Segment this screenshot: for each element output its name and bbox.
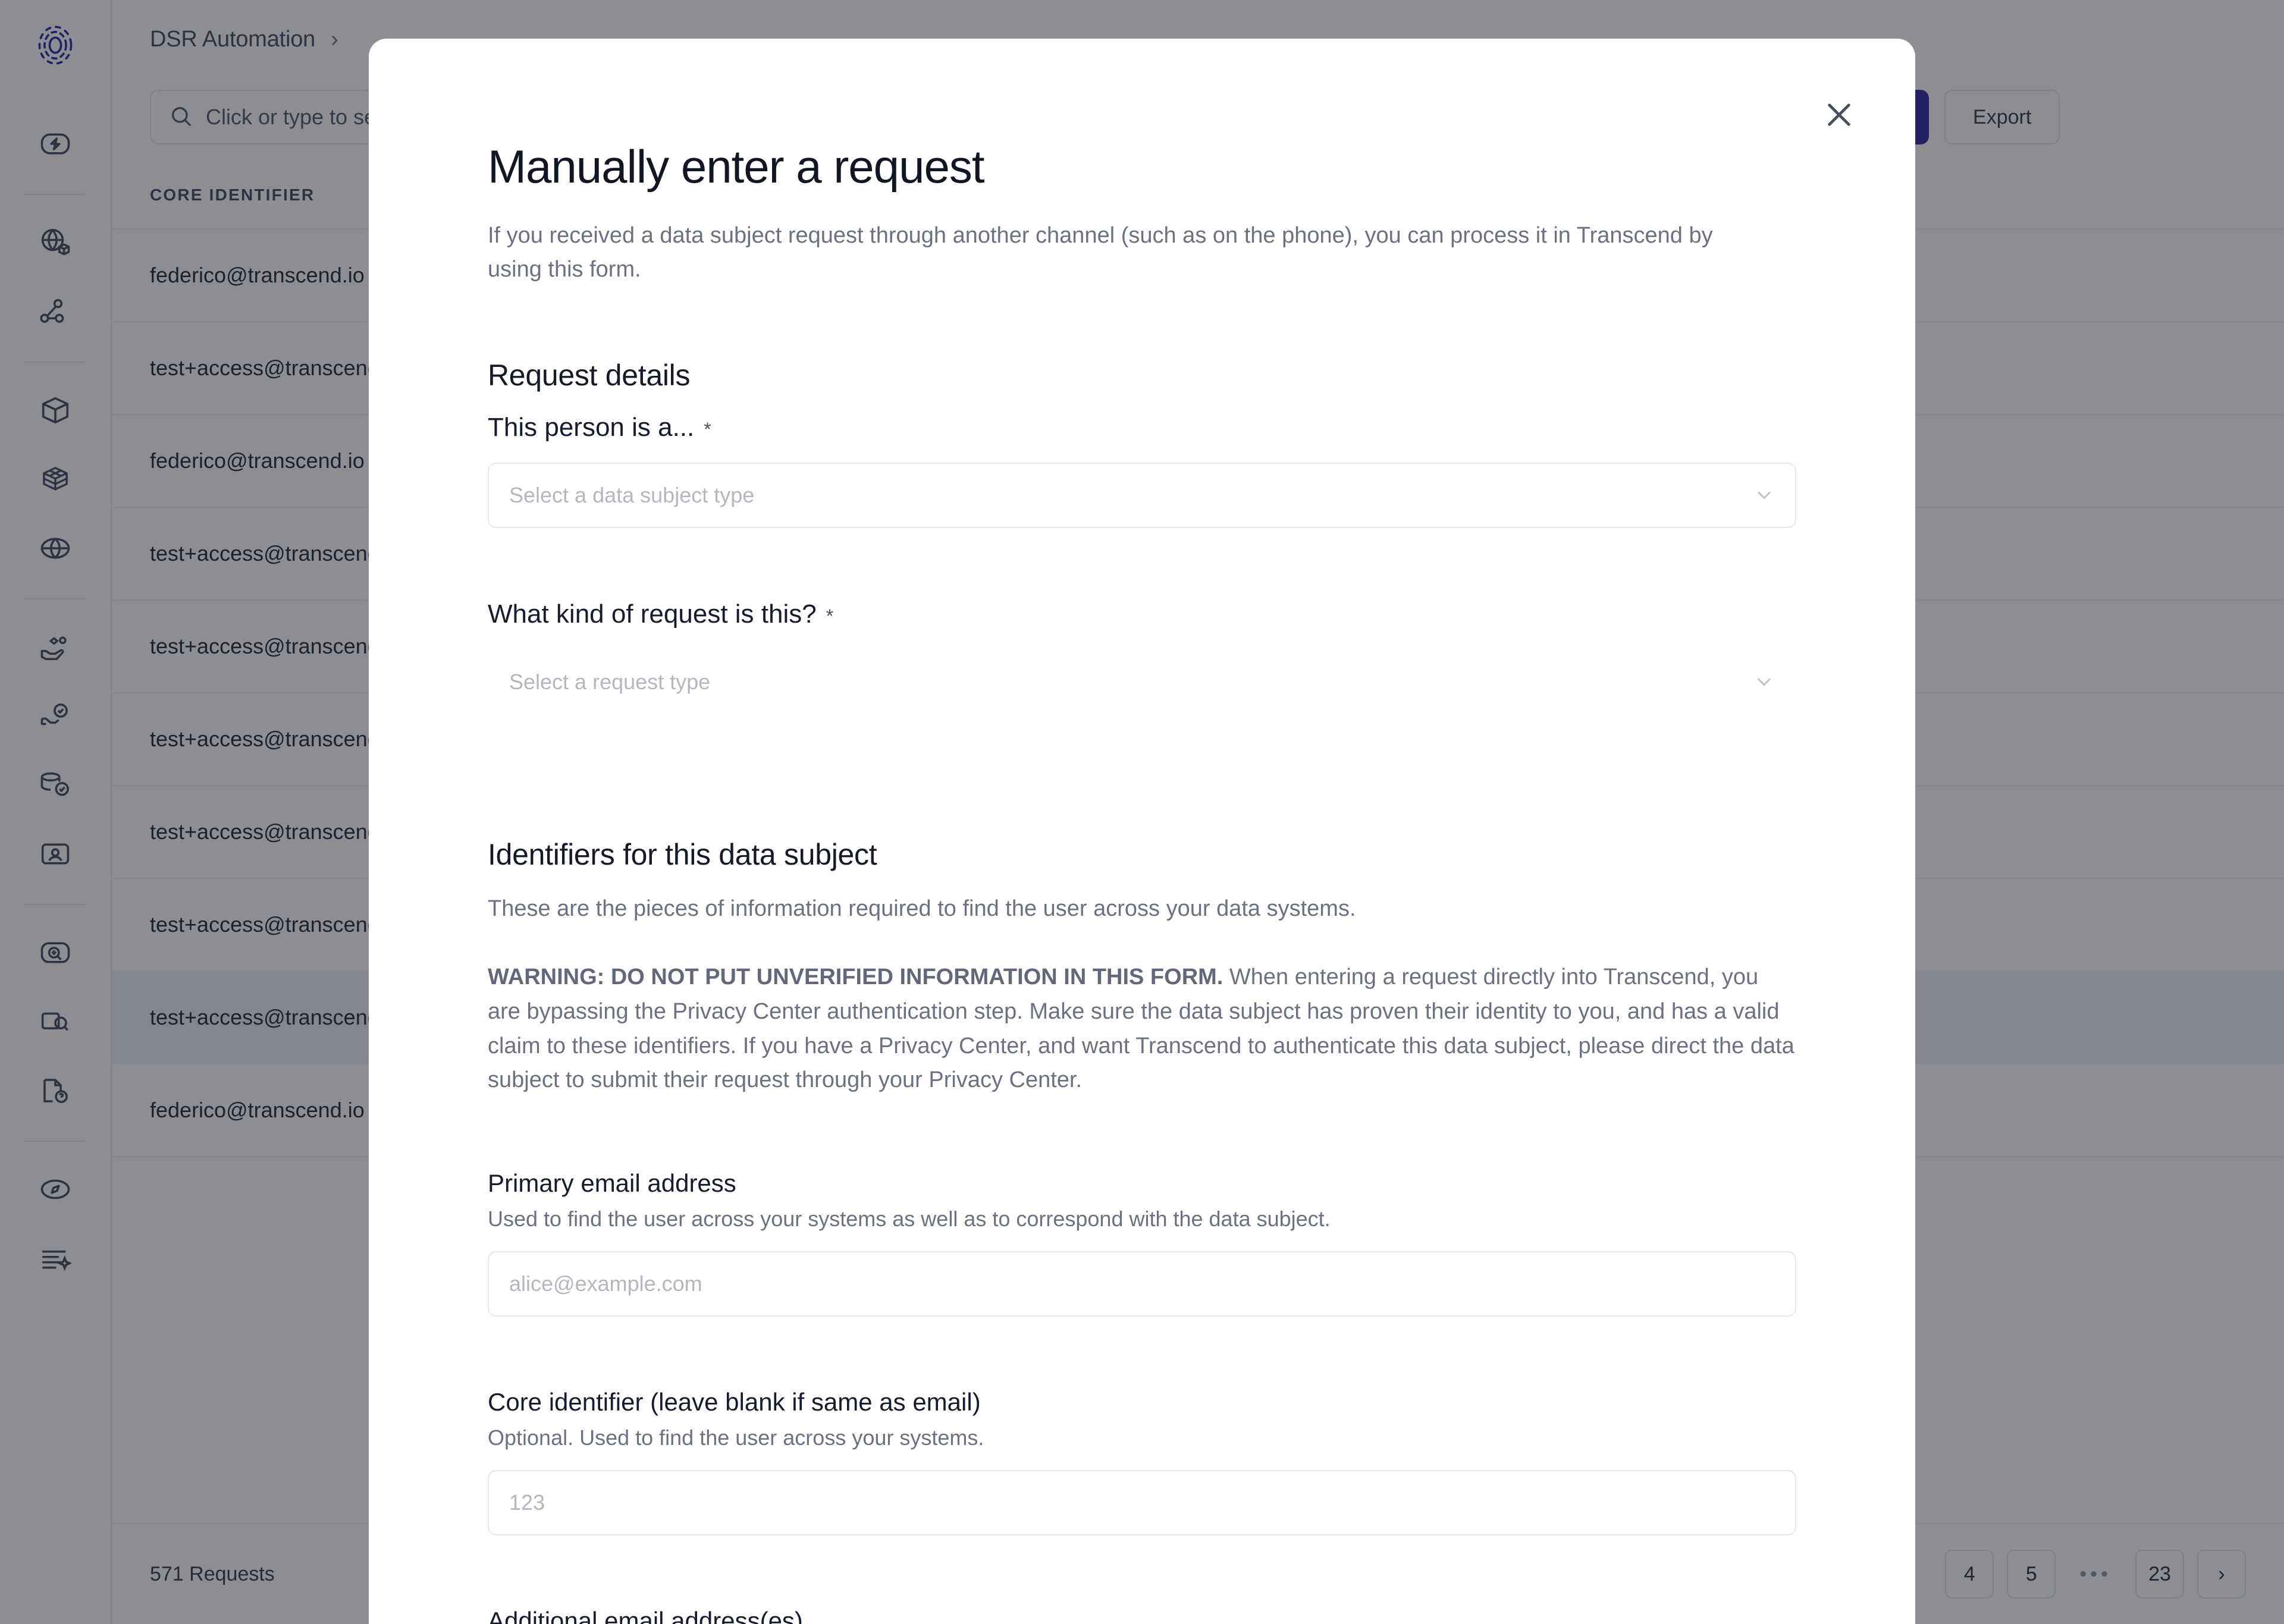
required-marker: * (826, 605, 834, 627)
field-label-additional-emails: Additional email address(es) (488, 1607, 803, 1624)
warning-text: WARNING: DO NOT PUT UNVERIFIED INFORMATI… (488, 960, 1796, 1098)
modal-body: Manually enter a request If you received… (369, 39, 1915, 1624)
data-subject-type-select[interactable]: Select a data subject type (488, 463, 1796, 528)
field-help-primary-email: Used to find the user across your system… (488, 1207, 1331, 1231)
section-heading-request-details: Request details (488, 359, 691, 392)
section-subheading-identifiers: These are the pieces of information requ… (488, 896, 1356, 921)
field-label-primary-email: Primary email address (488, 1169, 736, 1197)
modal-subtitle: If you received a data subject request t… (488, 223, 1713, 282)
primary-email-input[interactable]: alice@example.com (488, 1251, 1796, 1317)
field-label-subject-type: This person is a... * (488, 413, 1796, 442)
primary-email-placeholder: alice@example.com (509, 1271, 702, 1296)
warning-text-bold: WARNING: DO NOT PUT UNVERIFIED INFORMATI… (488, 965, 1223, 990)
section-heading-identifiers: Identifiers for this data subject (488, 838, 877, 871)
modal-title: Manually enter a request (488, 140, 985, 193)
core-identifier-placeholder: 123 (509, 1490, 545, 1515)
request-type-placeholder: Select a request type (509, 670, 711, 694)
manual-request-modal: Manually enter a request If you received… (369, 39, 1915, 1624)
request-type-select[interactable]: Select a request type (488, 649, 1796, 715)
core-identifier-input[interactable]: 123 (488, 1470, 1796, 1536)
data-subject-type-placeholder: Select a data subject type (509, 483, 755, 507)
field-label-subject-type-text: This person is a... (488, 413, 695, 442)
chevron-down-icon (1753, 671, 1775, 693)
close-icon[interactable] (1820, 96, 1858, 134)
field-label-request-type: What kind of request is this? * (488, 599, 1796, 629)
field-help-core-identifier: Optional. Used to find the user across y… (488, 1425, 984, 1450)
field-label-request-type-text: What kind of request is this? (488, 599, 817, 629)
required-marker: * (704, 419, 711, 440)
chevron-down-icon (1753, 485, 1775, 506)
field-label-core-identifier: Core identifier (leave blank if same as … (488, 1388, 981, 1416)
